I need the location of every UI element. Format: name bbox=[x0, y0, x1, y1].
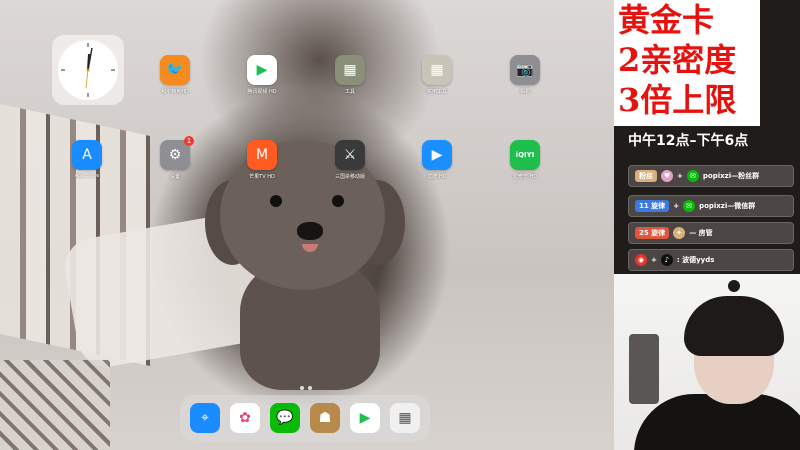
photos-icon[interactable]: ✿ bbox=[230, 403, 260, 433]
app-label: 腾讯视频 HD bbox=[247, 89, 277, 95]
tencent-video-icon[interactable]: ▶ bbox=[350, 403, 380, 433]
mango-tv-icon: M bbox=[247, 140, 277, 170]
dog-eye-left bbox=[270, 195, 282, 207]
app-label: 芒果TV HD bbox=[249, 174, 275, 180]
app-label: 和平精英HD bbox=[161, 89, 189, 95]
info-text: : 波德yyds bbox=[676, 256, 715, 264]
safari-icon[interactable]: ⌖ bbox=[190, 403, 220, 433]
plus-sign: + bbox=[651, 256, 657, 264]
app-label: 工具 bbox=[344, 89, 355, 95]
wechat-icon[interactable]: 💬 bbox=[270, 403, 300, 433]
info-text: popixzi—微信群 bbox=[699, 202, 756, 210]
microphone bbox=[629, 334, 659, 404]
iqiyi-icon: iQIYI bbox=[510, 140, 540, 170]
settings-icon: ⚙ 1 bbox=[160, 136, 194, 170]
folder-icon: ▦ bbox=[422, 55, 452, 85]
app-1-4[interactable]: ▦ 实用工具 bbox=[407, 55, 467, 95]
app-1-5[interactable]: 📷 相机 bbox=[495, 55, 555, 95]
app-2-1[interactable]: A App Store bbox=[57, 140, 117, 179]
app-2-6[interactable]: iQIYI 爱奇艺 HD bbox=[495, 140, 555, 180]
info-text: popixzi—粉丝群 bbox=[702, 172, 760, 180]
plaid-blanket-corner bbox=[0, 360, 110, 450]
clock-face bbox=[58, 40, 118, 100]
app-label: 相机 bbox=[519, 89, 530, 95]
app-label: App Store bbox=[74, 173, 100, 179]
folder-icon: ▦ bbox=[335, 55, 365, 85]
level-pill: 25 旋律 bbox=[635, 227, 670, 239]
ipad-home-screen: 🐦 和平精英HD ▶ 腾讯视频 HD ▦ 工具 ▦ 实用工具 📷 相机 A Ap… bbox=[0, 0, 614, 450]
info-text: — 房管 bbox=[689, 229, 713, 237]
dog-eye-right bbox=[332, 195, 344, 207]
app-2-4[interactable]: ⚔ 三国杀移动版 bbox=[320, 140, 380, 180]
streamer-hair bbox=[684, 296, 784, 356]
game-icon: 🐦 bbox=[160, 55, 190, 85]
page-indicator[interactable] bbox=[298, 375, 314, 394]
promo-line: 黄金卡 bbox=[618, 1, 715, 39]
bird-icon: ✦ bbox=[673, 227, 686, 239]
streamer-body bbox=[634, 394, 800, 450]
clock-widget[interactable] bbox=[52, 35, 124, 105]
app-label: 优酷 HD bbox=[427, 174, 447, 180]
fan-icon: ♥ bbox=[661, 170, 673, 182]
video-icon: ▶ bbox=[247, 55, 277, 85]
app-2-5[interactable]: ▶ 优酷 HD bbox=[407, 140, 467, 180]
plus-sign: + bbox=[677, 172, 683, 180]
app-label: 实用工具 bbox=[426, 89, 447, 95]
pubg-icon[interactable]: ☗ bbox=[310, 403, 340, 433]
app-label: 三国杀移动版 bbox=[334, 174, 365, 180]
app-store-icon: A bbox=[72, 140, 102, 170]
app-label: 爱奇艺 HD bbox=[512, 174, 538, 180]
stream-hours: 中午12点–下午6点 bbox=[628, 133, 749, 149]
info-bar-social: ◉ + ♪ : 波德yyds bbox=[628, 249, 794, 271]
notification-badge: 1 bbox=[184, 136, 194, 146]
app-1-2[interactable]: ▶ 腾讯视频 HD bbox=[232, 55, 292, 95]
promo-line: 2亲密度 bbox=[618, 41, 737, 79]
app-2-2[interactable]: ⚙ 1 设置 bbox=[145, 136, 205, 180]
app-1-3[interactable]: ▦ 工具 bbox=[320, 55, 380, 95]
stream-overlay-panel: 黄金卡 2亲密度 3倍上限 中午12点–下午6点 粉丝 ♥ + ✉ popixz… bbox=[614, 0, 800, 450]
app-label: 设置 bbox=[169, 174, 180, 180]
info-bar-fans: 粉丝 ♥ + ✉ popixzi—粉丝群 bbox=[628, 165, 794, 187]
douyin-icon: ♪ bbox=[660, 254, 673, 266]
info-bar-admin: 25 旋律 ✦ — 房管 bbox=[628, 222, 794, 244]
app-1-1[interactable]: 🐦 和平精英HD bbox=[145, 55, 205, 95]
fan-pill: 粉丝 bbox=[635, 170, 657, 182]
promo-line: 3倍上限 bbox=[618, 81, 737, 119]
page-dot bbox=[300, 386, 304, 390]
game-icon: ⚔ bbox=[335, 140, 365, 170]
plus-sign: + bbox=[673, 202, 680, 210]
weibo-icon: ◉ bbox=[635, 254, 647, 266]
dock: ⌖ ✿ 💬 ☗ ▶ ▦ bbox=[180, 395, 430, 441]
level-pill: 11 旋律 bbox=[635, 200, 670, 212]
youku-icon: ▶ bbox=[422, 140, 452, 170]
camera-icon: 📷 bbox=[510, 55, 540, 85]
page-dot bbox=[308, 386, 312, 390]
info-bar-wechat: 11 旋律 + ✉ popixzi—微信群 bbox=[628, 195, 794, 217]
wechat-icon: ✉ bbox=[686, 170, 699, 182]
wechat-icon: ✉ bbox=[683, 200, 696, 212]
app-library-icon[interactable]: ▦ bbox=[390, 403, 420, 433]
promo-banner: 黄金卡 2亲密度 3倍上限 bbox=[614, 0, 760, 126]
app-2-3[interactable]: M 芒果TV HD bbox=[232, 140, 292, 180]
streamer-webcam bbox=[614, 274, 800, 450]
streamer-hair-bun bbox=[728, 280, 740, 292]
dog-nose bbox=[297, 222, 323, 240]
